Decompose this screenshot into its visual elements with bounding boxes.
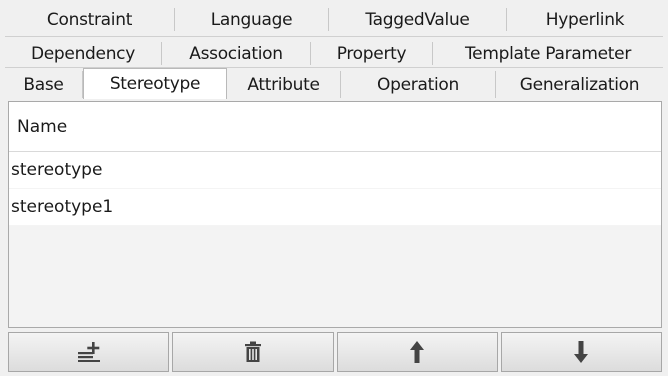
stereotype-table: Name stereotype stereotype1 — [8, 101, 662, 328]
list-item[interactable]: stereotype — [9, 152, 661, 189]
move-down-button[interactable] — [500, 332, 662, 372]
tab-template-parameter[interactable]: Template Parameter — [433, 42, 663, 65]
tab-generalization[interactable]: Generalization — [496, 71, 663, 98]
list-toolbar — [8, 332, 662, 372]
column-header-name[interactable]: Name — [9, 102, 661, 152]
tab-row-3: Base Stereotype Attribute Operation Gene… — [5, 68, 663, 99]
tab-row-divider — [5, 36, 663, 37]
tab-row-1: Constraint Language TaggedValue Hyperlin… — [5, 8, 663, 31]
tab-association[interactable]: Association — [162, 42, 311, 65]
tab-property[interactable]: Property — [311, 42, 433, 65]
stereotype-list: stereotype stereotype1 — [9, 152, 661, 226]
tab-hyperlink[interactable]: Hyperlink — [507, 8, 663, 31]
list-item[interactable]: stereotype1 — [9, 189, 661, 226]
tab-operation[interactable]: Operation — [341, 71, 496, 98]
tab-dependency[interactable]: Dependency — [5, 42, 162, 65]
tab-attribute[interactable]: Attribute — [227, 71, 341, 98]
tab-stereotype[interactable]: Stereotype — [83, 68, 227, 99]
tab-constraint[interactable]: Constraint — [5, 8, 175, 31]
delete-button[interactable] — [172, 332, 334, 372]
tab-taggedvalue[interactable]: TaggedValue — [329, 8, 507, 31]
move-up-button[interactable] — [336, 332, 498, 372]
tab-row-2: Dependency Association Property Template… — [5, 42, 663, 65]
arrow-down-icon — [574, 341, 589, 363]
add-row-icon — [77, 342, 100, 362]
tab-base[interactable]: Base — [5, 71, 83, 98]
add-button[interactable] — [8, 332, 170, 372]
stereotype-panel: Constraint Language TaggedValue Hyperlin… — [0, 0, 668, 376]
arrow-up-icon — [410, 341, 425, 363]
tab-language[interactable]: Language — [175, 8, 329, 31]
trash-icon — [244, 341, 261, 362]
